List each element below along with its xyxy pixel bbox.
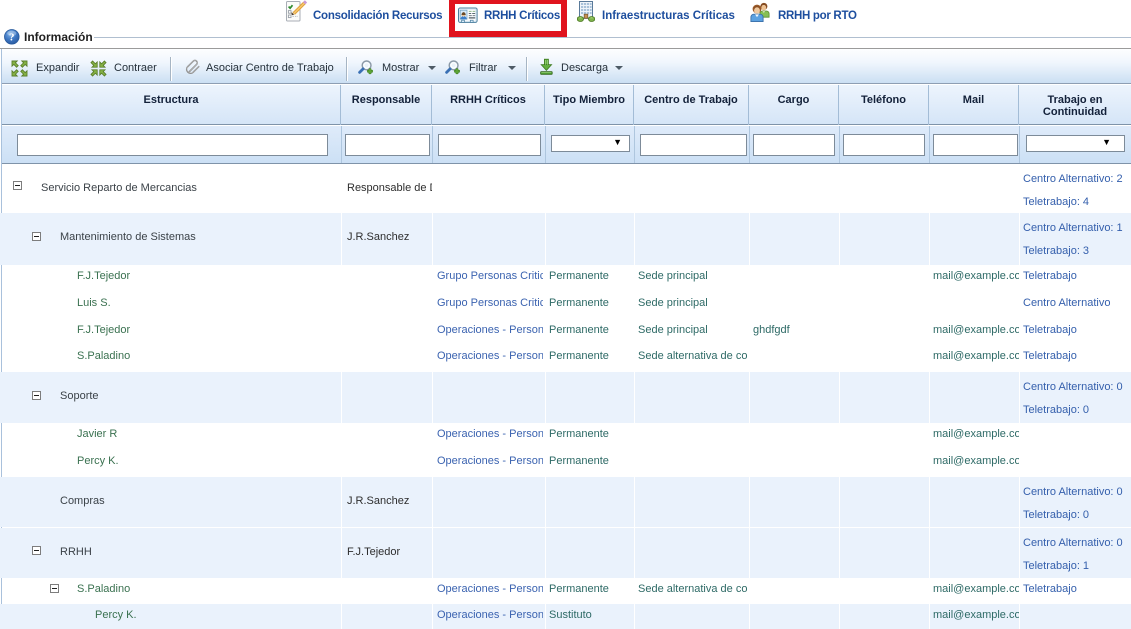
svg-text:?: ? <box>9 32 15 44</box>
